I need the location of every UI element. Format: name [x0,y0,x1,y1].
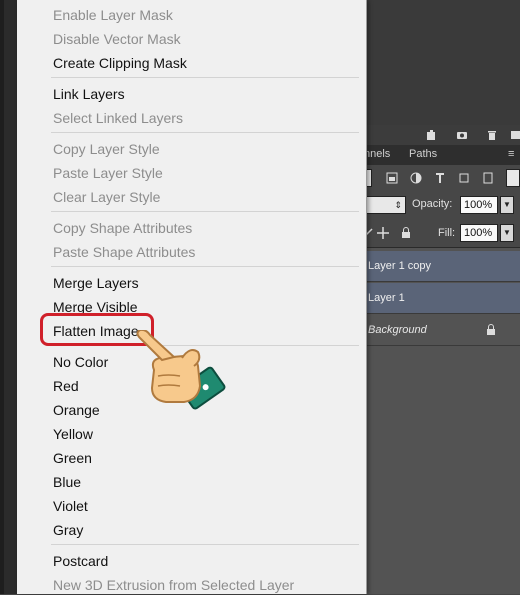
panel-top-area [360,0,520,125]
opacity-field[interactable]: 100% [460,196,498,214]
lock-all-icon[interactable] [400,227,412,239]
menu-item-new-3d-extrusion[interactable]: New 3D Extrusion from Selected Layer [53,575,294,595]
lock-icon [487,324,495,335]
filter-pixel-icon[interactable] [386,172,398,184]
menu-item-copy-shape-attributes[interactable]: Copy Shape Attributes [53,218,192,238]
panel-icon-toolbar [360,125,520,146]
layer-name: Layer 1 [368,292,405,304]
panel-menu-icon[interactable]: ≡ [508,148,514,160]
menu-item-paste-shape-attributes[interactable]: Paste Shape Attributes [53,242,195,262]
opacity-dropdown-arrow[interactable]: ▼ [500,196,514,214]
menu-item-disable-vector-mask[interactable]: Disable Vector Mask [53,29,181,49]
layer-row-layer-1[interactable]: Layer 1 [360,283,520,314]
layer-row-layer-1-copy[interactable]: Layer 1 copy [360,251,520,282]
menu-separator [51,544,359,545]
pointing-hand-icon [136,330,226,410]
menu-item-orange[interactable]: Orange [53,400,100,420]
panel-tabs: nnels Paths ≡ [360,145,520,165]
filter-smart-object-icon[interactable] [482,172,494,184]
menu-separator [51,266,359,267]
layer-context-menu: Enable Layer Mask Disable Vector Mask Cr… [17,0,367,594]
layers-panel: nnels Paths ≡ ⇕ Opacity: 100% ▼ Fill: 10… [360,0,520,594]
menu-item-no-color[interactable]: No Color [53,352,108,372]
menu-item-violet[interactable]: Violet [53,496,88,516]
new-layer-icon[interactable] [426,129,438,141]
trash-icon[interactable] [486,129,498,141]
menu-separator [51,132,359,133]
layer-filter-row [360,165,520,191]
menu-item-clear-layer-style[interactable]: Clear Layer Style [53,187,160,207]
camera-icon[interactable] [456,129,468,141]
tab-paths[interactable]: Paths [409,148,437,160]
menu-item-merge-layers[interactable]: Merge Layers [53,273,139,293]
menu-item-postcard[interactable]: Postcard [53,551,108,571]
lock-position-icon[interactable] [377,227,389,239]
menu-item-link-layers[interactable]: Link Layers [53,84,125,104]
canvas-accent [0,0,4,594]
menu-separator [51,211,359,212]
menu-item-red[interactable]: Red [53,376,79,396]
menu-separator [51,77,359,78]
menu-item-paste-layer-style[interactable]: Paste Layer Style [53,163,163,183]
menu-item-enable-layer-mask[interactable]: Enable Layer Mask [53,5,173,25]
menu-item-green[interactable]: Green [53,448,92,468]
blend-opacity-row: ⇕ Opacity: 100% ▼ [360,191,520,219]
filter-shape-icon[interactable] [458,172,470,184]
filter-toggle[interactable] [506,169,520,187]
panel-extra-icon[interactable] [510,129,520,141]
opacity-label: Opacity: [412,198,453,210]
menu-item-yellow[interactable]: Yellow [53,424,93,444]
filter-type-icon[interactable] [434,172,446,184]
fill-field[interactable]: 100% [460,224,498,242]
menu-item-gray[interactable]: Gray [53,520,83,540]
layer-row-background[interactable]: Background [360,315,520,346]
filter-adjustment-icon[interactable] [410,172,422,184]
layer-name: Background [368,324,427,336]
menu-item-create-clipping-mask[interactable]: Create Clipping Mask [53,53,187,73]
lock-fill-row: Fill: 100% ▼ [360,219,520,248]
fill-dropdown-arrow[interactable]: ▼ [500,224,514,242]
fill-label: Fill: [438,227,456,239]
menu-item-select-linked-layers[interactable]: Select Linked Layers [53,108,183,128]
layer-name: Layer 1 copy [368,260,431,272]
menu-item-copy-layer-style[interactable]: Copy Layer Style [53,139,160,159]
canvas-edge [0,0,17,594]
tab-channels[interactable]: nnels [364,148,390,160]
menu-item-blue[interactable]: Blue [53,472,81,492]
